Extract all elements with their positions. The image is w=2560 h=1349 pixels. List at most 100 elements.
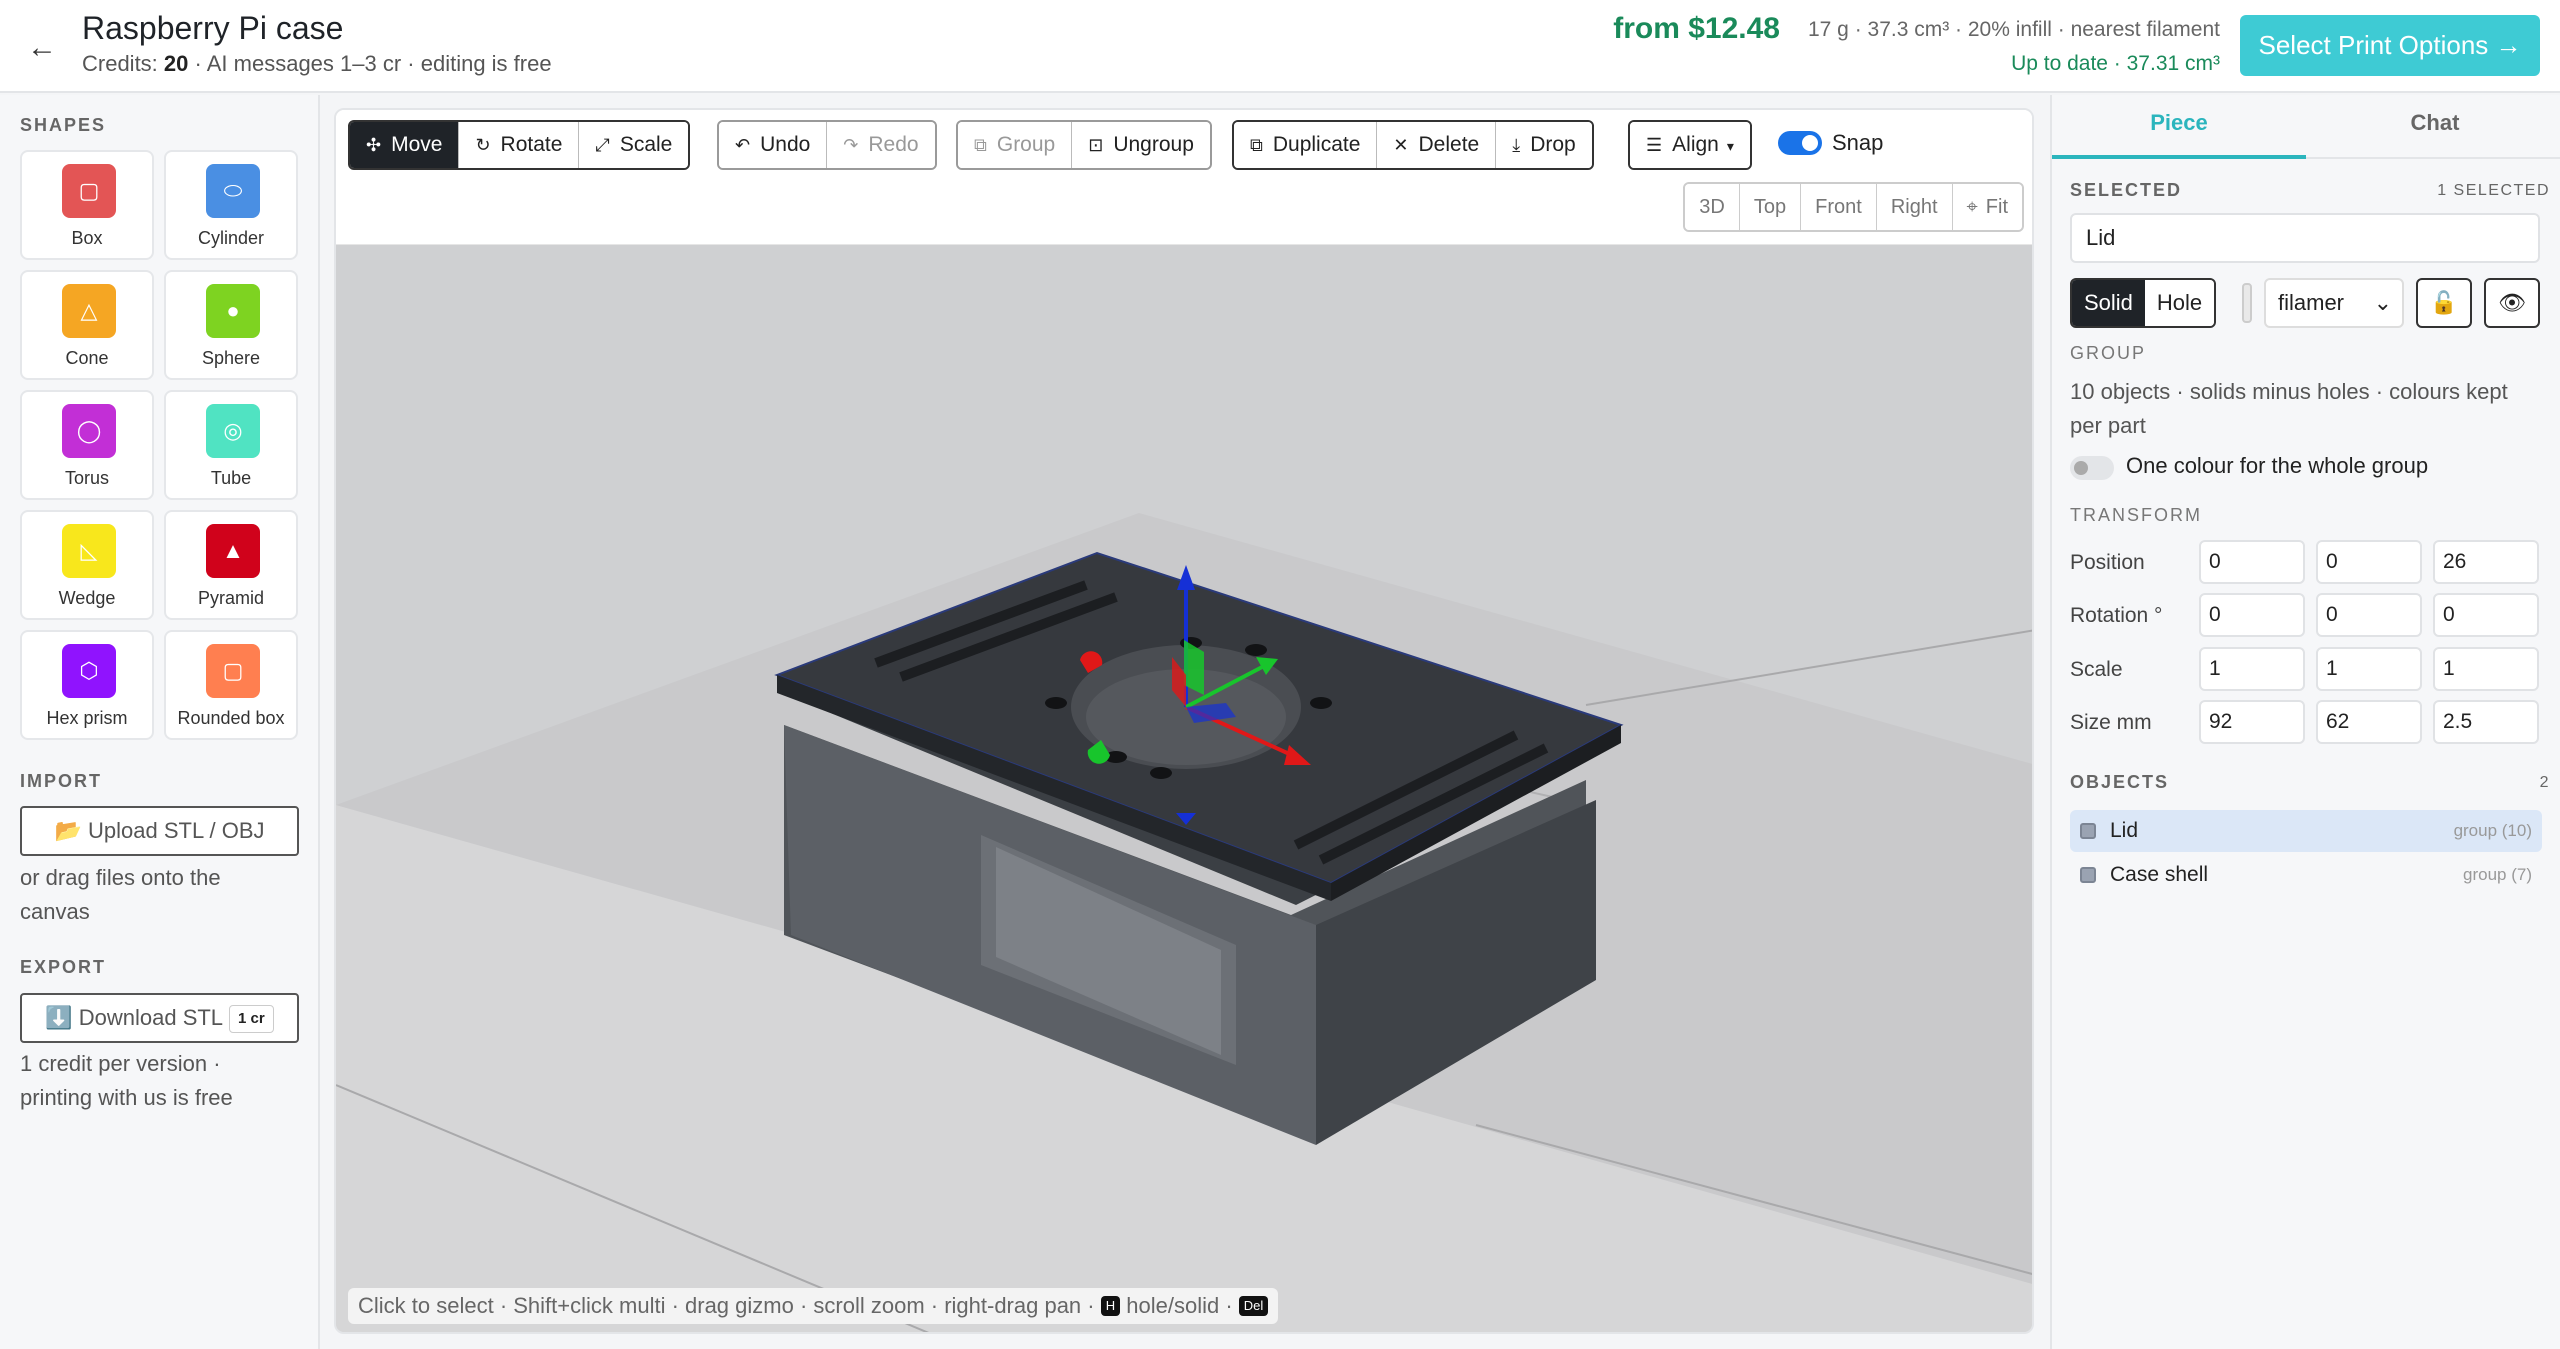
import-hint: or drag files onto the canvas — [20, 865, 221, 924]
solid-hole-toggle: Solid Hole — [2070, 278, 2217, 328]
object-color-dot — [2080, 823, 2096, 839]
cylinder-icon: ⬭ — [206, 164, 260, 218]
transform-mode-group: ✣ Move ↻ Rotate ⤢ Scale — [348, 120, 691, 170]
scale-tool-button[interactable]: ⤢ Scale — [579, 122, 689, 168]
viewport-hint: Click to select · Shift+click multi · dr… — [358, 1293, 1095, 1318]
position-x-input[interactable] — [2199, 540, 2305, 584]
scale-y-input[interactable] — [2316, 647, 2422, 691]
undo-button[interactable]: ↶ Undo — [719, 122, 828, 168]
rotation-y-input[interactable] — [2316, 593, 2422, 637]
shape-label: Sphere — [201, 348, 261, 368]
object-row-case-shell[interactable]: Case shell group (7) — [2070, 854, 2542, 896]
object-color-dot — [2080, 867, 2096, 883]
selected-heading: SELECTED — [2070, 180, 2183, 200]
shape-cylinder-button[interactable]: ⬭ Cylinder — [164, 150, 298, 260]
fit-view-button[interactable]: ⌖ Fit — [1952, 184, 2022, 230]
import-heading: IMPORT — [20, 771, 102, 791]
rotation-x-input[interactable] — [2199, 593, 2305, 637]
select-print-options-button[interactable]: Select Print Options → — [2240, 15, 2540, 76]
edit-group: ⧉ Duplicate ✕ Delete ⤓ Drop — [1232, 120, 1594, 170]
export-heading: EXPORT — [20, 957, 107, 977]
shape-wedge-button[interactable]: ◺ Wedge — [20, 510, 154, 620]
size-y-input[interactable] — [2316, 700, 2422, 744]
tab-piece[interactable]: Piece — [2052, 95, 2306, 159]
position-z-input[interactable] — [2433, 540, 2539, 584]
hole-shortcut-key: H — [1100, 1296, 1121, 1316]
align-icon: ☰ — [1646, 135, 1663, 155]
tab-chat[interactable]: Chat — [2308, 95, 2560, 159]
shape-hex-prism-button[interactable]: ⬡ Hex prism — [20, 630, 154, 740]
size-z-input[interactable] — [2433, 700, 2539, 744]
view-front-button[interactable]: Front — [1801, 184, 1877, 230]
view-presets: 3D Top Front Right ⌖ Fit — [1683, 182, 2024, 232]
top-bar: ← Raspberry Pi case Credits: 20 · AI mes… — [0, 0, 2560, 93]
shape-rounded-box-button[interactable]: ▢ Rounded box — [164, 630, 298, 740]
duplicate-button[interactable]: ⧉ Duplicate — [1234, 122, 1378, 168]
hole-shortcut-label: hole/solid · — [1126, 1293, 1233, 1318]
chevron-down-icon: ⌄ — [2367, 280, 2392, 326]
price-label: from $12.48 — [1613, 12, 1780, 45]
box-icon: ▢ — [62, 164, 116, 218]
visibility-eye-icon[interactable]: 👁 — [2484, 278, 2540, 328]
print-specs: 17 g · 37.3 cm³ · 20% infill · nearest f… — [1807, 18, 2220, 41]
color-swatch[interactable] — [2242, 283, 2252, 323]
shape-sphere-button[interactable]: ● Sphere — [164, 270, 298, 380]
scene-canvas[interactable] — [336, 245, 2034, 1334]
shape-box-button[interactable]: ▢ Box — [20, 150, 154, 260]
grouping-group: ⧉ Group ⊡ Ungroup — [956, 120, 1212, 170]
size-x-input[interactable] — [2199, 700, 2305, 744]
scale-label: Scale — [619, 133, 673, 156]
right-sidebar: Piece Chat SELECTED 1 SELECTED Solid Hol… — [2050, 95, 2560, 1349]
object-name: Case shell — [2110, 863, 2209, 886]
shape-tube-button[interactable]: ◎ Tube — [164, 390, 298, 500]
transform-heading: TRANSFORM — [2070, 505, 2202, 525]
history-group: ↶ Undo ↷ Redo — [717, 120, 937, 170]
object-name-field[interactable] — [2070, 213, 2540, 263]
group-description: 10 objects · solids minus holes · colour… — [2070, 379, 2508, 438]
move-icon: ✣ — [366, 135, 382, 155]
credit-cost-badge: 1 cr — [229, 1005, 274, 1033]
view-3d-button[interactable]: 3D — [1685, 184, 1740, 230]
object-row-lid[interactable]: Lid group (10) — [2070, 810, 2542, 852]
group-icon: ⧉ — [974, 135, 987, 155]
shape-pyramid-button[interactable]: ▲ Pyramid — [164, 510, 298, 620]
export-hint: 1 credit per version · printing with us … — [20, 1051, 233, 1110]
snap-toggle[interactable]: Snap — [1778, 130, 1883, 156]
solid-button[interactable]: Solid — [2072, 280, 2145, 326]
object-meta: group (7) — [2463, 865, 2532, 884]
rotate-icon: ↻ — [475, 135, 491, 155]
one-colour-switch[interactable] — [2070, 456, 2114, 480]
group-label: Group — [996, 133, 1056, 156]
view-top-button[interactable]: Top — [1739, 184, 1802, 230]
delete-button[interactable]: ✕ Delete — [1377, 122, 1497, 168]
move-tool-button[interactable]: ✣ Move — [350, 122, 460, 168]
lock-icon[interactable]: 🔓 — [2416, 278, 2472, 328]
shape-label: Pyramid — [197, 588, 264, 608]
filament-select[interactable]: filamer ⌄ — [2264, 278, 2404, 328]
view-right-button[interactable]: Right — [1876, 184, 1953, 230]
object-meta: group (10) — [2453, 821, 2532, 840]
ungroup-button[interactable]: ⊡ Ungroup — [1072, 122, 1210, 168]
redo-button[interactable]: ↷ Redo — [827, 122, 935, 168]
shape-cone-button[interactable]: △ Cone — [20, 270, 154, 380]
download-stl-button[interactable]: ⬇️ Download STL 1 cr — [20, 993, 299, 1043]
scale-x-input[interactable] — [2199, 647, 2305, 691]
position-y-input[interactable] — [2316, 540, 2422, 584]
snap-switch[interactable] — [1778, 131, 1822, 155]
drop-button[interactable]: ⤓ Drop — [1496, 122, 1592, 168]
rotate-tool-button[interactable]: ↻ Rotate — [459, 122, 580, 168]
sphere-icon: ● — [206, 284, 260, 338]
size-label: Size mm — [2070, 711, 2152, 734]
group-button[interactable]: ⧉ Group — [958, 122, 1073, 168]
align-dropdown[interactable]: ☰ Align ▾ — [1630, 122, 1750, 168]
scale-z-input[interactable] — [2433, 647, 2539, 691]
panel-tabs: Piece Chat — [2052, 95, 2560, 159]
target-icon: ⌖ — [1966, 196, 1978, 218]
shape-torus-button[interactable]: ◯ Torus — [20, 390, 154, 500]
upload-stl-button[interactable]: 📂 Upload STL / OBJ — [20, 806, 299, 856]
3d-scene[interactable] — [336, 245, 2034, 1334]
back-arrow-icon[interactable]: ← — [24, 30, 60, 66]
rotation-z-input[interactable] — [2433, 593, 2539, 637]
3d-viewport[interactable]: ✣ Move ↻ Rotate ⤢ Scale ↶ Undo ↷ Redo ⧉ Group … — [334, 108, 2034, 1334]
hole-button[interactable]: Hole — [2144, 280, 2215, 326]
